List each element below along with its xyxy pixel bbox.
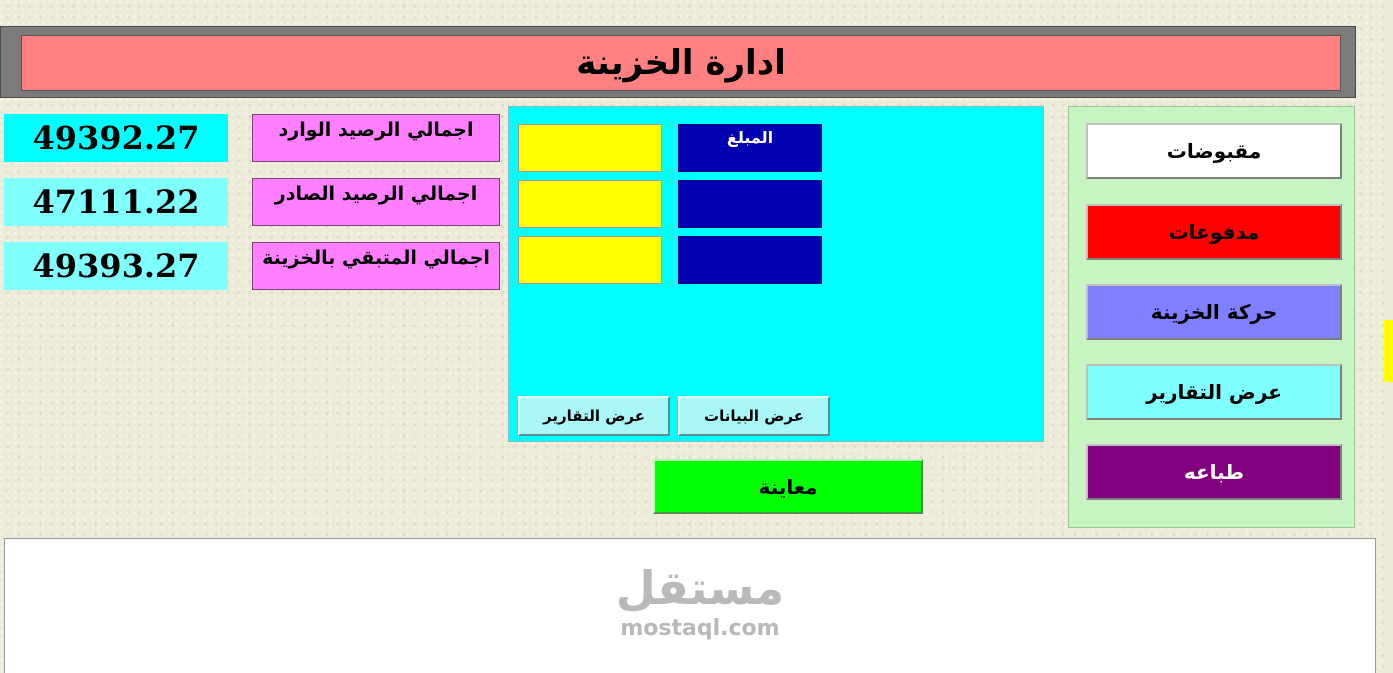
total-outgoing-label: اجمالي الرصيد الصادر <box>252 178 500 226</box>
print-button[interactable]: طباعه <box>1086 444 1342 500</box>
show-reports-menu-button[interactable]: عرض التقارير <box>1086 364 1342 420</box>
watermark-arabic: مستقل <box>615 561 785 615</box>
receipts-button[interactable]: مقبوضات <box>1086 123 1342 179</box>
label-field-3 <box>678 236 822 284</box>
label-field-2 <box>678 180 822 228</box>
total-incoming-label: اجمالي الرصيد الوارد <box>252 114 500 162</box>
amount-input-2[interactable] <box>518 180 662 228</box>
page-title: ادارة الخزينة <box>21 35 1341 91</box>
watermark-latin: mostaql.com <box>620 616 780 641</box>
payments-button[interactable]: مدفوعات <box>1086 204 1342 260</box>
show-data-button[interactable]: عرض البيانات <box>678 396 830 436</box>
amount-label: المبلغ <box>678 124 822 172</box>
total-remaining-label: اجمالي المتبقي بالخزينة <box>252 242 500 290</box>
preview-button[interactable]: معاينة <box>653 459 923 514</box>
total-remaining-value: 49393.27 <box>4 242 228 290</box>
amount-input-1[interactable] <box>518 124 662 172</box>
amount-input-3[interactable] <box>518 236 662 284</box>
adjacent-sheet-highlight <box>1384 320 1393 382</box>
total-incoming-value: 49392.27 <box>4 114 228 162</box>
treasury-movement-button[interactable]: حركة الخزينة <box>1086 284 1342 340</box>
total-outgoing-value: 47111.22 <box>4 178 228 226</box>
show-reports-button[interactable]: عرض التقارير <box>518 396 670 436</box>
watermark: مستقل mostaql.com <box>600 560 800 660</box>
